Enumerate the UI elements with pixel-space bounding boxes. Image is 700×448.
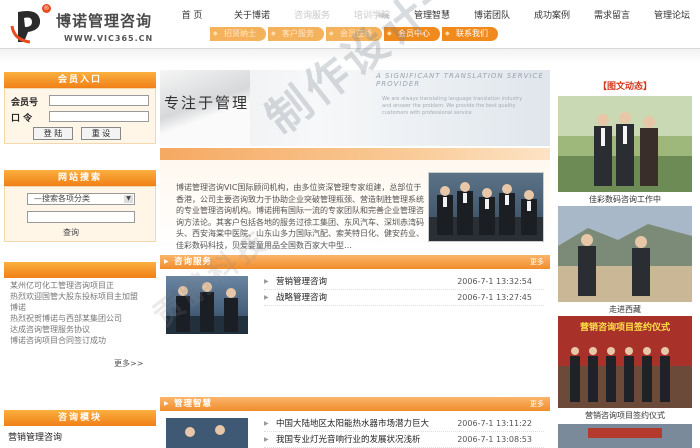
row-divider: [264, 305, 544, 306]
wisdom-image: [166, 418, 248, 448]
hero-banner: 专注于管理 A SIGNIFICANT TRANSLATION SERVICE …: [160, 70, 550, 146]
top-nav: 首 页关于博诺 咨询服务 培训学院 管理智慧 博诺团队 成功案例 需求留言 管理论坛: [162, 6, 700, 26]
photo-digital-consult[interactable]: [558, 96, 692, 192]
login-panel: 会员号 口 令 登 陆 重 设: [4, 88, 156, 144]
wisdom-section-bar: 管理智慧 更多: [160, 397, 550, 411]
photo-news-title: 【图文动态】: [597, 82, 652, 92]
nav-item-4[interactable]: 管理智慧: [402, 6, 462, 26]
sub-nav: 招贤纳士客户服务会员在线会员中心联系我们: [210, 27, 500, 41]
news-list: 某州亿可化工管理咨询项目正 热烈欢迎国管大股东投标项目主加盟 博诺 热烈祝贺博诺与西部…: [10, 280, 150, 346]
login-button[interactable]: 登 陆: [33, 127, 73, 140]
consult-module-item[interactable]: 营销管理咨询: [8, 430, 62, 443]
nav-item-7[interactable]: 需求留言: [582, 6, 642, 26]
password-label: 口 令: [11, 114, 33, 124]
row-date: 2006-7-1 13:11:22: [457, 419, 532, 428]
row-title[interactable]: 我国专业灯光音响行业的发展状况浅析: [276, 433, 421, 447]
nav-item-3[interactable]: 培训学院: [342, 6, 402, 26]
row-divider: [264, 289, 544, 290]
photo-4-image: [558, 424, 692, 448]
news-list-item[interactable]: 博诺咨询项目合同签订成功: [10, 335, 150, 346]
search-input[interactable]: [27, 211, 135, 223]
row-date: 2006-7-1 13:32:54: [457, 277, 532, 286]
row-date: 2006-7-1 13:27:45: [457, 293, 532, 302]
business-people-image: [166, 282, 248, 334]
logo-registered-badge: ®: [42, 4, 51, 13]
search-category-select[interactable]: —搜索各项分类 ▼: [27, 193, 135, 205]
row-divider: [264, 431, 544, 432]
row-title[interactable]: 中国大陆地区太阳能热水器市场潜力巨大: [276, 417, 429, 431]
nav-item-2[interactable]: 咨询服务: [282, 6, 342, 26]
nav-item-6[interactable]: 成功案例: [522, 6, 582, 26]
news-more-link[interactable]: 更多>>: [114, 358, 143, 369]
search-button[interactable]: 查询: [63, 227, 79, 238]
news-list-item[interactable]: 博诺: [10, 302, 150, 313]
nav-item-5[interactable]: 博诺团队: [462, 6, 522, 26]
consult_section-row[interactable]: ▶ 营销管理咨询 2006-7-1 13:32:54: [264, 275, 548, 289]
search-panel-title: 网站搜索: [4, 170, 156, 186]
photo-tibet-image: [558, 206, 692, 302]
photo-signing-ceremony[interactable]: 营销咨询项目签约仪式: [558, 316, 692, 408]
photo-tibet[interactable]: [558, 206, 692, 302]
consult-service-thumbnail: [166, 276, 248, 334]
consult-service-more-link[interactable]: 更多: [530, 255, 544, 269]
wisdom_section-row[interactable]: ▶ 我国专业灯光音响行业的发展状况浅析 2006-7-1 13:08:53: [264, 433, 548, 447]
consult-service-title: 咨询服务: [164, 255, 212, 269]
subnav-item-2[interactable]: 会员在线: [326, 27, 382, 41]
wisdom-thumbnail: [166, 418, 248, 448]
reset-button[interactable]: 重 设: [81, 127, 121, 140]
news-panel-title: [4, 262, 156, 278]
search-category-value: —搜索各项分类: [34, 194, 90, 203]
subnav-item-1[interactable]: 客户服务: [268, 27, 324, 41]
news-list-item[interactable]: 某州亿可化工管理咨询项目正: [10, 280, 150, 291]
consult_section-row[interactable]: ▶ 战略管理咨询 2006-7-1 13:27:45: [264, 291, 548, 305]
photo-4[interactable]: [558, 424, 692, 448]
banner-english-heading: A SIGNIFICANT TRANSLATION SERVICE PROVID…: [376, 72, 544, 88]
about-section-bar: [160, 148, 550, 160]
photo-caption-3: 营销咨询项目签约仪式: [585, 411, 665, 420]
subnav-item-4[interactable]: 联系我们: [442, 27, 498, 41]
nav-item-8[interactable]: 管理论坛: [642, 6, 700, 26]
search-panel: —搜索各项分类 ▼ 查询: [4, 186, 156, 242]
bullet-icon: ▶: [264, 278, 269, 285]
news-list-item[interactable]: 达成咨询管理服务协议: [10, 324, 150, 335]
subnav-item-3[interactable]: 会员中心: [384, 27, 440, 41]
member-id-input[interactable]: [49, 95, 149, 106]
nav-item-0[interactable]: 首 页: [162, 6, 222, 26]
login-panel-title: 会员入口: [4, 72, 156, 88]
site-logo[interactable]: ® 博诺管理咨询 WWW.VIC365.CN: [6, 4, 166, 48]
chevron-down-icon: ▼: [124, 195, 133, 203]
password-input[interactable]: [49, 111, 149, 122]
wisdom-section-title: 管理智慧: [164, 397, 212, 411]
news-list-item[interactable]: 热烈欢迎国管大股东投标项目主加盟: [10, 291, 150, 302]
bullet-icon: ▶: [264, 436, 269, 443]
consult-module-title: 咨询模块: [4, 410, 156, 426]
row-date: 2006-7-1 13:08:53: [457, 435, 532, 444]
wisdom-section-more-link[interactable]: 更多: [530, 397, 544, 411]
photo-caption-1: 佳彩数码咨询工作中: [589, 195, 661, 204]
logo-mark-icon: [10, 11, 41, 44]
photo-caption-2: 走进西藏: [609, 305, 641, 314]
about-text: 博诺管理咨询VIC国际顾问机构，由多位资深管理专家组建，总部位于香港，公司主要咨…: [176, 183, 424, 250]
photo-digital-consult-image: [558, 96, 692, 192]
news-list-item[interactable]: 热烈祝贺博诺与西部某集团公司: [10, 313, 150, 324]
subnav-item-0[interactable]: 招贤纳士: [210, 27, 266, 41]
member-id-label: 会员号: [11, 98, 39, 108]
team-photo-image: [429, 182, 543, 241]
team-photo: [428, 172, 544, 242]
row-title[interactable]: 营销管理咨询: [276, 275, 327, 289]
bullet-icon: ▶: [264, 294, 269, 301]
wisdom_section-row[interactable]: ▶ 中国大陆地区太阳能热水器市场潜力巨大 2006-7-1 13:11:22: [264, 417, 548, 431]
signing-banner-text: 营销咨询项目签约仪式: [579, 323, 670, 333]
consult-service-bar: 咨询服务 更多: [160, 255, 550, 269]
logo-url: WWW.VIC365.CN: [64, 34, 154, 43]
banner-title: 专注于管理: [164, 94, 250, 112]
banner-english-text: We are always translating language trans…: [382, 96, 523, 116]
nav-item-1[interactable]: 关于博诺: [222, 6, 282, 26]
logo-name: 博诺管理咨询: [56, 12, 153, 30]
bullet-icon: ▶: [264, 420, 269, 427]
row-title[interactable]: 战略管理咨询: [276, 291, 327, 305]
header-shadow: [0, 49, 700, 63]
